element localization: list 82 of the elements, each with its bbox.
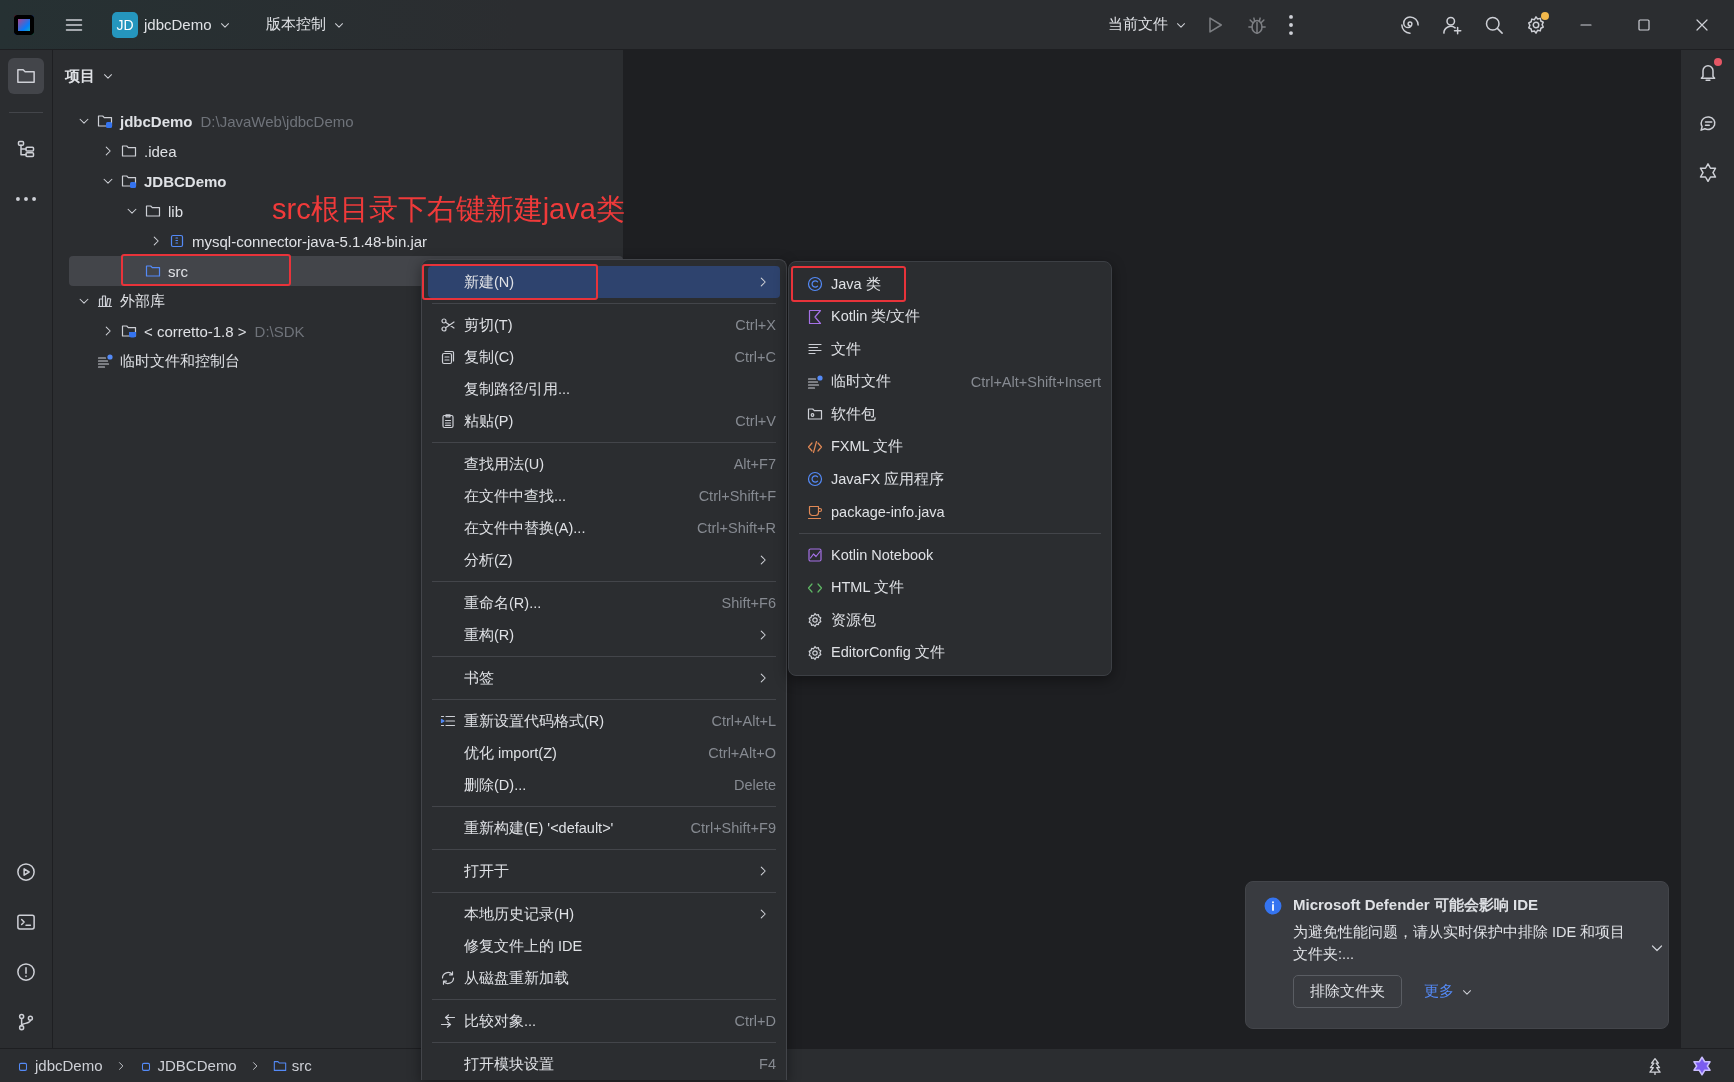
path-label: D:\SDK: [254, 322, 305, 340]
shortcut-label: Ctrl+X: [735, 317, 776, 333]
menu-item[interactable]: 查找用法(U) Alt+F7: [428, 448, 780, 480]
shortcut-label: Ctrl+V: [735, 413, 776, 429]
shortcut-label: Ctrl+Alt+O: [708, 745, 776, 761]
tree-label: src: [168, 262, 188, 280]
shortcut-label: Ctrl+Shift+R: [697, 520, 776, 536]
tree-item[interactable]: JDBCDemo: [69, 166, 233, 196]
menu-item[interactable]: 重命名(R)... Shift+F6: [428, 587, 780, 619]
exclude-folders-button[interactable]: 排除文件夹: [1293, 975, 1402, 1008]
menu-item[interactable]: 复制路径/引用...: [428, 373, 780, 405]
notification-message: 为避免性能问题，请从实时保护中排除 IDE 和项目文件夹:...: [1293, 923, 1627, 964]
menu-item[interactable]: 粘贴(P) Ctrl+V: [428, 405, 780, 437]
menu-item[interactable]: Java 类: [795, 268, 1105, 301]
tree-item[interactable]: lib: [69, 196, 189, 226]
menu-item[interactable]: EditorConfig 文件: [795, 636, 1105, 669]
shortcut-label: Ctrl+D: [734, 1013, 776, 1029]
menu-item[interactable]: 在文件中查找... Ctrl+Shift+F: [428, 480, 780, 512]
tree-label: jdbcDemo: [120, 112, 193, 130]
project-selector[interactable]: JD jdbcDemo: [106, 7, 238, 42]
menu-item[interactable]: 剪切(T) Ctrl+X: [428, 309, 780, 341]
menu-item[interactable]: 复制(C) Ctrl+C: [428, 341, 780, 373]
shortcut-label: Ctrl+Alt+L: [711, 713, 776, 729]
menu-item[interactable]: 重新设置代码格式(R) Ctrl+Alt+L: [428, 705, 780, 737]
shortcut-label: Shift+F6: [721, 595, 776, 611]
tree-label: lib: [168, 202, 183, 220]
menu-item[interactable]: 比较对象... Ctrl+D: [428, 1005, 780, 1037]
tree-label: .idea: [144, 142, 177, 160]
panel-title: 项目: [65, 66, 95, 86]
menu-item[interactable]: package-info.java: [795, 495, 1105, 528]
annotation-text: src根目录下右键新建java类: [272, 194, 625, 226]
shortcut-label: Alt+F7: [733, 456, 776, 472]
breadcrumb[interactable]: jdbcDemo: [16, 1057, 103, 1074]
menu-item[interactable]: 重构(R): [428, 619, 780, 651]
shortcut-label: Delete: [734, 777, 776, 793]
menu-item[interactable]: FXML 文件: [795, 430, 1105, 463]
menu-item[interactable]: 资源包: [795, 604, 1105, 637]
menu-item[interactable]: JavaFX 应用程序: [795, 463, 1105, 496]
tree-label: 外部库: [120, 291, 165, 311]
tree-label: < corretto-1.8 >: [144, 322, 247, 340]
tree-item[interactable]: .idea: [69, 136, 183, 166]
panel-title-dropdown[interactable]: 项目: [65, 66, 115, 86]
run-config-selector[interactable]: 当前文件: [1102, 11, 1194, 38]
menu-item[interactable]: HTML 文件: [795, 571, 1105, 604]
shortcut-label: Ctrl+C: [734, 349, 776, 365]
breadcrumb[interactable]: src: [272, 1057, 312, 1074]
menu-item[interactable]: 在文件中替换(A)... Ctrl+Shift+R: [428, 512, 780, 544]
run-config-label: 当前文件: [1108, 15, 1168, 34]
notification-title: Microsoft Defender 可能会影响 IDE: [1293, 896, 1540, 915]
menu-item[interactable]: Kotlin 类/文件: [795, 300, 1105, 333]
shortcut-label: F4: [759, 1056, 776, 1072]
menu-item[interactable]: 临时文件 Ctrl+Alt+Shift+Insert: [795, 365, 1105, 398]
menu-item[interactable]: 软件包: [795, 398, 1105, 431]
tree-item[interactable]: < corretto-1.8 > D:\SDK: [69, 316, 311, 346]
shortcut-label: Ctrl+Shift+F9: [690, 820, 776, 836]
menu-item[interactable]: 修复文件上的 IDE: [428, 930, 780, 962]
tree-item[interactable]: jdbcDemo D:\JavaWeb\jdbcDemo: [69, 106, 360, 136]
shortcut-label: Ctrl+Alt+Shift+Insert: [970, 373, 1101, 390]
menu-item[interactable]: 书签: [428, 662, 780, 694]
menu-item[interactable]: 重新构建(E) '<default>' Ctrl+Shift+F9: [428, 812, 780, 844]
menu-item[interactable]: 本地历史记录(H): [428, 898, 780, 930]
tree-item[interactable]: 外部库: [69, 286, 171, 316]
menu-item[interactable]: 打开模块设置 F4: [428, 1048, 780, 1080]
tree-item[interactable]: 临时文件和控制台: [69, 346, 246, 376]
path-label: D:\JavaWeb\jdbcDemo: [200, 112, 354, 130]
tree-label: 临时文件和控制台: [120, 351, 240, 371]
menu-item[interactable]: 优化 import(Z) Ctrl+Alt+O: [428, 737, 780, 769]
menu-item[interactable]: 打开于: [428, 855, 780, 887]
tree-item[interactable]: mysql-connector-java-5.1.48-bin.jar: [69, 226, 434, 256]
menu-item[interactable]: 文件: [795, 333, 1105, 366]
menu-item[interactable]: 删除(D)... Delete: [428, 769, 780, 801]
tree-label: JDBCDemo: [144, 172, 227, 190]
menu-item[interactable]: 从磁盘重新加载: [428, 962, 780, 994]
shortcut-label: Ctrl+Shift+F: [698, 488, 776, 504]
project-name: jdbcDemo: [144, 16, 212, 33]
menu-item[interactable]: Kotlin Notebook: [795, 539, 1105, 572]
breadcrumb[interactable]: JDBCDemo: [138, 1057, 237, 1074]
menu-item[interactable]: 分析(Z): [428, 544, 780, 576]
project-badge: JD: [112, 11, 138, 38]
vcs-selector[interactable]: 版本控制: [259, 11, 352, 38]
vcs-label: 版本控制: [265, 15, 326, 34]
tree-label: mysql-connector-java-5.1.48-bin.jar: [192, 232, 428, 250]
